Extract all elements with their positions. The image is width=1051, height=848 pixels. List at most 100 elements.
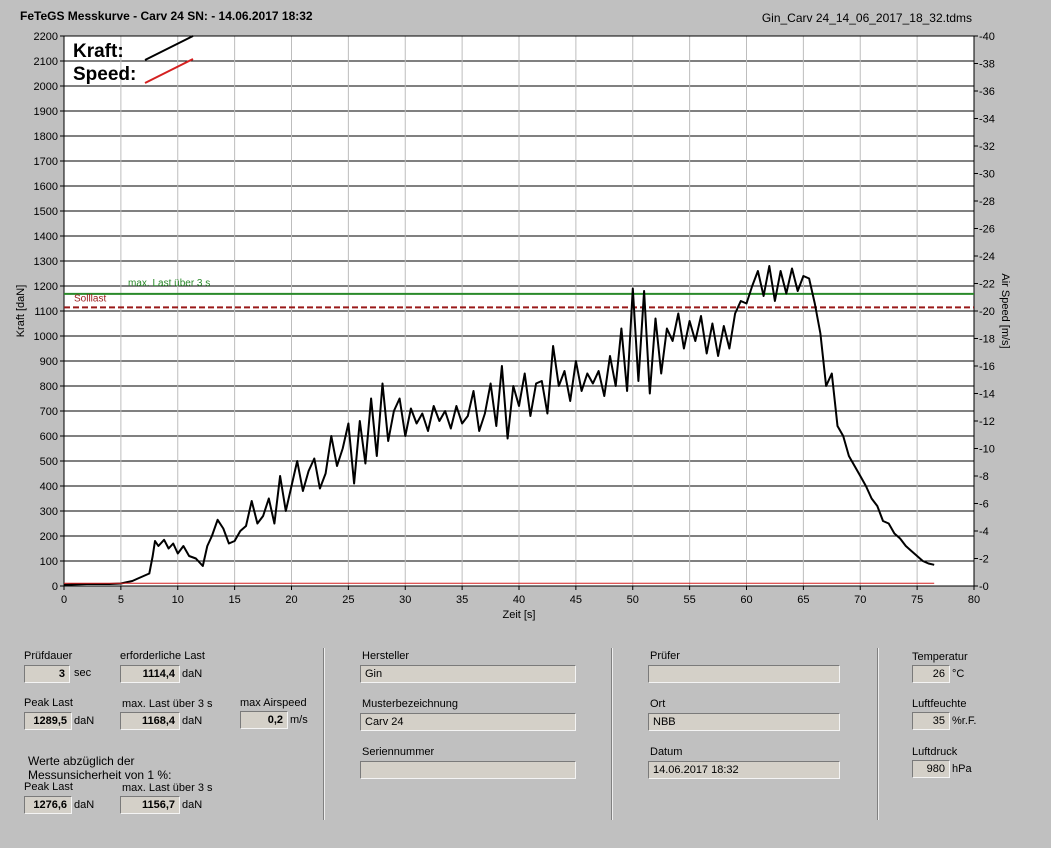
x-tick-label: 40 bbox=[513, 594, 525, 606]
x-tick-label: 45 bbox=[570, 594, 582, 606]
ort-field: NBB bbox=[648, 713, 840, 731]
y-tick-label: 2200 bbox=[34, 31, 58, 43]
temp-label: Temperatur bbox=[912, 651, 968, 663]
measurement-chart: 0100200300400500600700800900100011001200… bbox=[15, 31, 1011, 621]
y2-tick-label: -38 bbox=[979, 59, 995, 71]
x-tick-label: 0 bbox=[61, 594, 67, 606]
peak-last-label: Peak Last bbox=[24, 697, 73, 709]
hersteller-field: Gin bbox=[360, 665, 576, 683]
y-tick-label: 1400 bbox=[34, 231, 58, 243]
max-airspeed-unit: m/s bbox=[290, 714, 308, 726]
x-tick-label: 70 bbox=[854, 594, 866, 606]
x-tick-label: 5 bbox=[118, 594, 124, 606]
y2-tick-label: -24 bbox=[979, 251, 995, 263]
y-axis-label: Kraft [daN] bbox=[15, 285, 27, 338]
x-tick-label: 80 bbox=[968, 594, 980, 606]
max-last-label: max. Last über 3 s bbox=[122, 698, 213, 710]
feuchte-field: 35 bbox=[912, 712, 950, 730]
y-tick-label: 400 bbox=[40, 481, 58, 493]
y-tick-label: 300 bbox=[40, 506, 58, 518]
y-tick-label: 500 bbox=[40, 456, 58, 468]
separator bbox=[877, 648, 879, 820]
peak-last2-field: 1276,6 bbox=[24, 796, 72, 814]
muster-field: Carv 24 bbox=[360, 713, 576, 731]
reference-line-label: Solllast bbox=[74, 293, 106, 304]
y-tick-label: 1900 bbox=[34, 106, 58, 118]
y-tick-label: 1000 bbox=[34, 331, 58, 343]
y2-tick-label: -34 bbox=[979, 114, 995, 126]
y2-tick-label: -30 bbox=[979, 169, 995, 181]
serien-field bbox=[360, 761, 576, 779]
y2-tick-label: -26 bbox=[979, 224, 995, 236]
x-tick-label: 60 bbox=[740, 594, 752, 606]
y2-tick-label: -0 bbox=[979, 581, 989, 593]
max-last2-field: 1156,7 bbox=[120, 796, 180, 814]
druck-field: 980 bbox=[912, 760, 950, 778]
y2-axis-label: Air Speed [m/s] bbox=[999, 273, 1011, 348]
legend-label: Kraft: bbox=[73, 41, 124, 62]
feuchte-label: Luftfeuchte bbox=[912, 698, 967, 710]
y2-tick-label: -36 bbox=[979, 86, 995, 98]
x-tick-label: 15 bbox=[229, 594, 241, 606]
y-tick-label: 1300 bbox=[34, 256, 58, 268]
y-tick-label: 1800 bbox=[34, 131, 58, 143]
datum-field: 14.06.2017 18:32 bbox=[648, 761, 840, 779]
pruefer-field bbox=[648, 665, 840, 683]
x-axis-label: Zeit [s] bbox=[502, 609, 535, 621]
y-tick-label: 1600 bbox=[34, 181, 58, 193]
serien-label: Seriennummer bbox=[362, 746, 435, 758]
x-tick-label: 25 bbox=[342, 594, 354, 606]
pruefdauer-field: 3 bbox=[24, 665, 70, 683]
y2-tick-label: -16 bbox=[979, 361, 995, 373]
druck-label: Luftdruck bbox=[912, 746, 958, 758]
erf-last-label: erforderliche Last bbox=[120, 650, 205, 662]
werte-line2: Messunsicherheit von 1 %: bbox=[28, 768, 172, 782]
file-name: Gin_Carv 24_14_06_2017_18_32.tdms bbox=[761, 11, 972, 25]
y-tick-label: 1500 bbox=[34, 206, 58, 218]
pruefdauer-label: Prüfdauer bbox=[24, 650, 73, 662]
max-last2-label: max. Last über 3 s bbox=[122, 782, 213, 794]
y-tick-label: 800 bbox=[40, 381, 58, 393]
y-tick-label: 700 bbox=[40, 406, 58, 418]
y-tick-label: 1100 bbox=[34, 306, 58, 318]
muster-label: Musterbezeichnung bbox=[362, 698, 459, 710]
pruefdauer-unit: sec bbox=[74, 667, 92, 679]
separator bbox=[323, 648, 325, 820]
y-tick-label: 1700 bbox=[34, 156, 58, 168]
y2-tick-label: -8 bbox=[979, 471, 989, 483]
x-tick-label: 65 bbox=[797, 594, 809, 606]
y2-tick-label: -28 bbox=[979, 196, 995, 208]
y-tick-label: 0 bbox=[52, 581, 58, 593]
x-tick-label: 50 bbox=[627, 594, 639, 606]
feuchte-unit: %r.F. bbox=[952, 715, 977, 727]
y2-tick-label: -20 bbox=[979, 306, 995, 318]
y-tick-label: 900 bbox=[40, 356, 58, 368]
ort-label: Ort bbox=[650, 698, 666, 710]
max-last2-unit: daN bbox=[182, 799, 203, 811]
x-tick-label: 20 bbox=[285, 594, 297, 606]
y2-tick-label: -32 bbox=[979, 141, 995, 153]
y2-tick-label: -22 bbox=[979, 279, 995, 291]
peak-last2-unit: daN bbox=[74, 799, 95, 811]
y2-tick-label: -14 bbox=[979, 389, 995, 401]
temp-field: 26 bbox=[912, 665, 950, 683]
pruefer-label: Prüfer bbox=[650, 650, 680, 662]
max-last-unit: daN bbox=[182, 715, 203, 727]
y2-tick-label: -18 bbox=[979, 334, 995, 346]
y2-tick-label: -10 bbox=[979, 444, 995, 456]
druck-unit: hPa bbox=[952, 763, 972, 775]
y2-tick-label: -6 bbox=[979, 499, 989, 511]
datum-label: Datum bbox=[650, 746, 683, 758]
x-tick-label: 10 bbox=[172, 594, 184, 606]
page-title: FeTeGS Messkurve - Carv 24 SN: - 14.06.2… bbox=[20, 9, 313, 23]
peak-last2-label: Peak Last bbox=[24, 781, 73, 793]
separator bbox=[611, 648, 613, 820]
y2-tick-label: -12 bbox=[979, 416, 995, 428]
werte-line1: Werte abzüglich der bbox=[28, 754, 135, 768]
x-tick-label: 30 bbox=[399, 594, 411, 606]
max-airspeed-field: 0,2 bbox=[240, 711, 288, 729]
x-tick-label: 55 bbox=[684, 594, 696, 606]
y-tick-label: 600 bbox=[40, 431, 58, 443]
y2-tick-label: -2 bbox=[979, 554, 989, 566]
y2-tick-label: -4 bbox=[979, 526, 989, 538]
